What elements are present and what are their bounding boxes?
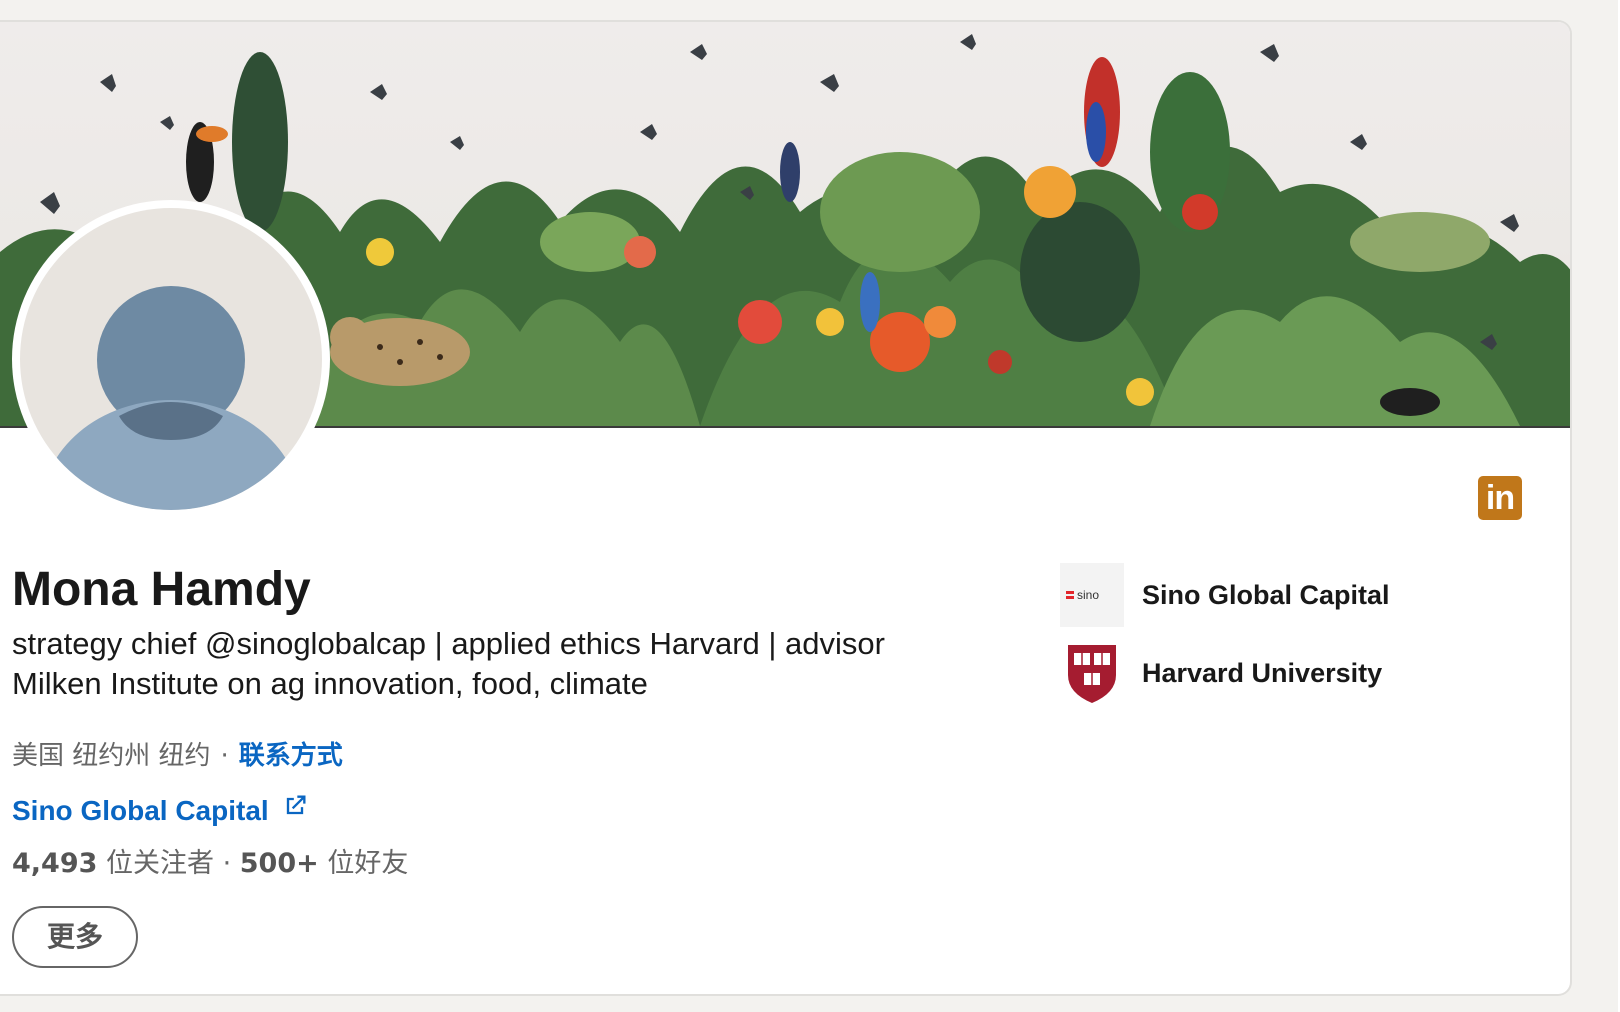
more-button[interactable]: 更多	[12, 906, 138, 968]
network-stats: 4,493 位关注者 · 500+ 位好友	[12, 846, 408, 882]
sino-global-capital-logo: sino	[1060, 563, 1124, 627]
external-link-icon	[281, 792, 309, 830]
default-avatar-icon	[20, 208, 322, 510]
svg-text:sino: sino	[1077, 588, 1099, 602]
harvard-shield-logo	[1060, 641, 1124, 705]
separator-dot: ·	[220, 741, 229, 771]
org-name: Harvard University	[1142, 657, 1383, 688]
profile-card: in Mona Hamdy strategy chief @sinoglobal…	[0, 20, 1572, 996]
profile-name: Mona Hamdy	[12, 563, 311, 616]
connections-count: 500+	[239, 848, 319, 879]
followers-count: 4,493	[12, 848, 98, 879]
linkedin-icon[interactable]: in	[1478, 476, 1522, 520]
org-name: Sino Global Capital	[1142, 579, 1390, 610]
org-item-sino[interactable]: sino Sino Global Capital	[1060, 562, 1390, 628]
org-item-harvard[interactable]: Harvard University	[1060, 640, 1390, 706]
website-link[interactable]: Sino Global Capital	[12, 792, 309, 830]
profile-headline: strategy chief @sinoglobalcap | applied …	[12, 626, 885, 701]
contact-info-link[interactable]: 联系方式	[239, 741, 343, 771]
profile-location-row: 美国 纽约州 纽约 · 联系方式	[12, 738, 343, 774]
location-text: 美国 纽约州 纽约	[12, 741, 211, 771]
connections-label: 位好友	[327, 848, 409, 879]
profile-avatar[interactable]	[12, 200, 330, 518]
website-label: Sino Global Capital	[12, 795, 269, 826]
profile-organizations: sino Sino Global Capital Harvard Univers…	[1060, 562, 1390, 718]
separator-dot: ·	[222, 848, 240, 879]
followers-label: 位关注者	[106, 848, 214, 879]
